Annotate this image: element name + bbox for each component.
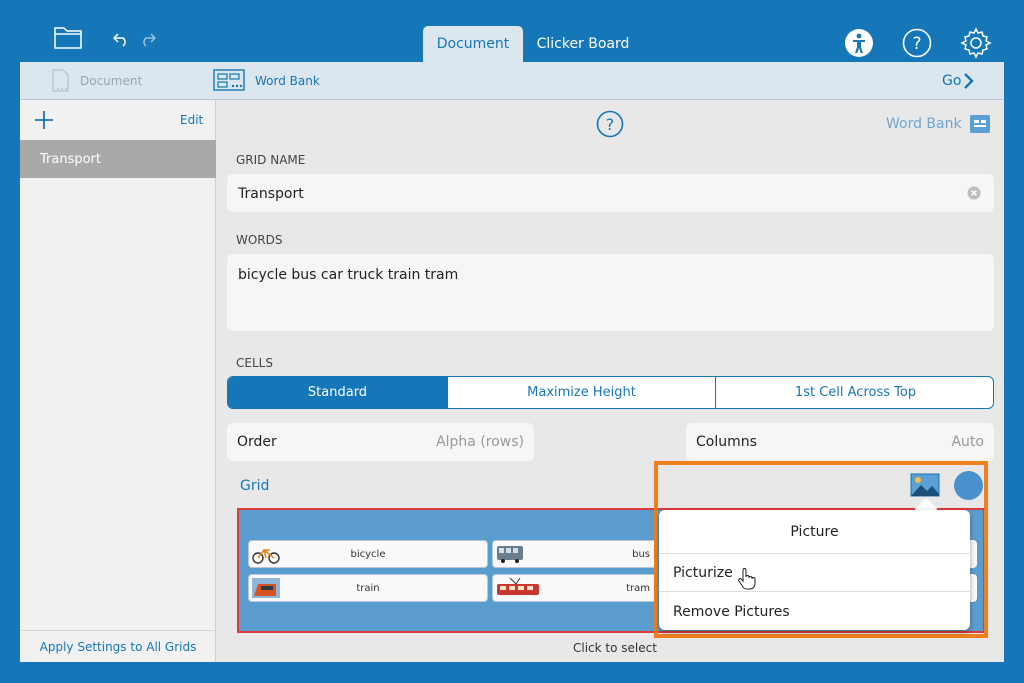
tab-document[interactable]: Document xyxy=(423,26,523,62)
grid-cell-label: bus xyxy=(632,549,650,560)
svg-text:?: ? xyxy=(912,34,921,54)
word-bank-link-label: Word Bank xyxy=(886,116,962,132)
help-icon[interactable]: ? xyxy=(902,28,932,58)
help-icon[interactable]: ? xyxy=(596,110,624,138)
cells-option-standard[interactable]: Standard xyxy=(228,377,448,408)
columns-label: Columns xyxy=(696,434,757,450)
cells-segmented-control: Standard Maximize Height 1st Cell Across… xyxy=(227,376,994,409)
bicycle-icon xyxy=(252,548,280,564)
chevron-right-icon xyxy=(964,73,975,89)
picturize-option[interactable]: Picturize xyxy=(659,554,970,592)
bus-icon xyxy=(497,546,523,563)
words-label: WORDS xyxy=(236,233,283,247)
folder-icon[interactable] xyxy=(54,25,82,49)
words-value: bicycle bus car truck train tram xyxy=(238,267,459,283)
grid-cell-label: tram xyxy=(626,583,650,594)
grid-cell-bus[interactable]: bus xyxy=(492,540,657,568)
grid-name-value: Transport xyxy=(238,186,304,202)
remove-pictures-option[interactable]: Remove Pictures xyxy=(659,593,970,631)
sidebar: Edit Transport Apply Settings to All Gri… xyxy=(20,100,216,662)
columns-row[interactable]: Columns Auto xyxy=(686,423,994,461)
order-label: Order xyxy=(237,434,277,450)
grid-cell-tram[interactable]: tram xyxy=(492,574,657,602)
picturize-label: Picturize xyxy=(673,564,733,581)
remove-pictures-label: Remove Pictures xyxy=(673,604,790,620)
go-label: Go xyxy=(942,73,962,89)
word-bank-icon xyxy=(213,69,245,91)
words-field[interactable]: bicycle bus car truck train tram xyxy=(227,254,994,331)
secondary-toolbar: Document Word Bank Go xyxy=(20,62,1004,100)
grid-cell-label: train xyxy=(356,582,380,594)
word-bank-link[interactable]: Word Bank xyxy=(886,115,990,133)
word-bank-label: Word Bank xyxy=(255,74,320,88)
word-bank-button[interactable]: Word Bank xyxy=(213,62,320,100)
document-label: Document xyxy=(80,74,143,88)
tram-icon xyxy=(497,578,539,595)
edit-button[interactable]: Edit xyxy=(180,113,203,127)
grid-cell-label: bicycle xyxy=(350,548,386,560)
train-icon xyxy=(252,578,280,598)
redo-icon[interactable] xyxy=(138,31,156,47)
word-bank-icon xyxy=(969,115,990,133)
cells-option-maximize-height[interactable]: Maximize Height xyxy=(448,377,716,408)
order-value: Alpha (rows) xyxy=(436,434,524,450)
cells-label: CELLS xyxy=(236,356,273,370)
click-hint: Click to select xyxy=(573,641,657,655)
color-button[interactable] xyxy=(954,471,983,500)
hand-cursor-icon xyxy=(738,568,756,590)
svg-text:?: ? xyxy=(606,115,615,134)
grid-label: Grid xyxy=(240,478,270,494)
popover-title: Picture xyxy=(659,510,970,554)
document-button[interactable]: Document xyxy=(50,62,142,100)
document-icon xyxy=(52,69,69,92)
order-row[interactable]: Order Alpha (rows) xyxy=(227,423,534,461)
grid-cell-train[interactable]: train xyxy=(248,574,488,602)
tab-clicker-board[interactable]: Clicker Board xyxy=(529,26,637,62)
grid-name-label: GRID NAME xyxy=(236,153,306,167)
grid-cell-bicycle[interactable]: bicycle xyxy=(248,540,488,568)
sidebar-item-transport[interactable]: Transport xyxy=(20,140,216,178)
accessibility-icon[interactable] xyxy=(844,28,874,58)
add-icon[interactable] xyxy=(34,110,54,130)
cells-option-first-cell-across-top[interactable]: 1st Cell Across Top xyxy=(716,377,993,408)
go-button[interactable]: Go xyxy=(942,62,975,100)
undo-icon[interactable] xyxy=(113,31,131,47)
sidebar-header: Edit xyxy=(20,100,216,140)
columns-value: Auto xyxy=(951,434,984,450)
picture-icon[interactable] xyxy=(910,473,940,497)
apply-settings-button[interactable]: Apply Settings to All Grids xyxy=(20,630,216,662)
picture-popover: Picture Picturize Remove Pictures xyxy=(659,510,970,630)
gear-icon[interactable] xyxy=(960,27,992,59)
top-bar: Document Clicker Board ? xyxy=(20,0,1004,62)
grid-name-field[interactable]: Transport xyxy=(227,174,994,212)
clear-icon[interactable] xyxy=(967,186,981,200)
